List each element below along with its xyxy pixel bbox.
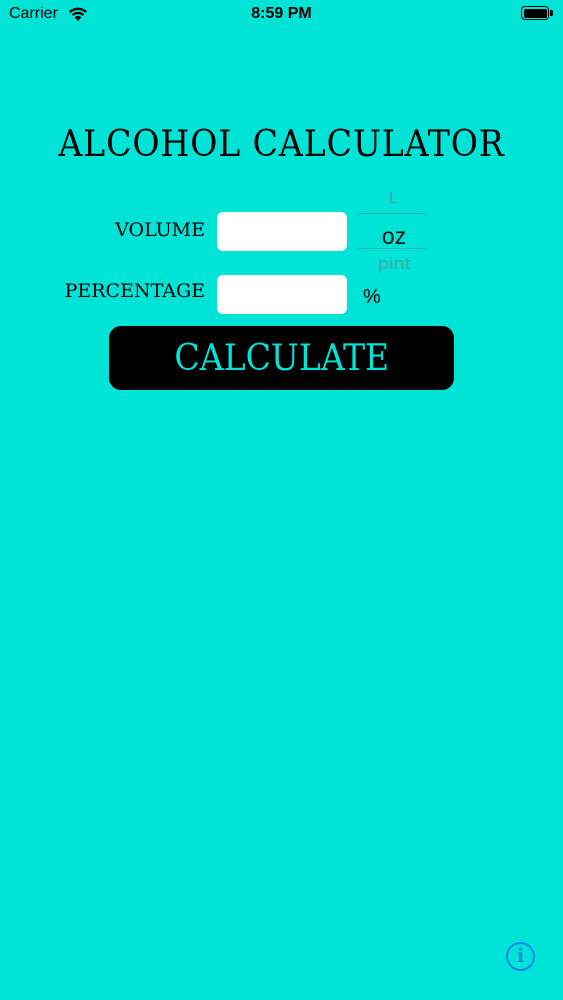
unit-option-oz-selected[interactable]: oz (358, 223, 430, 250)
info-icon[interactable]: i (506, 942, 535, 971)
picker-divider (358, 248, 426, 249)
status-time: 8:59 PM (251, 5, 312, 22)
percent-symbol: % (363, 286, 381, 308)
calculate-button-label: CALCULATE (174, 337, 389, 379)
unit-picker[interactable]: L oz pint (358, 187, 430, 277)
unit-option-l[interactable]: L (358, 189, 430, 207)
status-bar: Carrier 8:59 PM (0, 0, 563, 30)
picker-divider (358, 213, 426, 214)
battery-icon (521, 6, 555, 22)
volume-label: VOLUME (115, 219, 205, 241)
calculate-button[interactable]: CALCULATE (109, 326, 454, 390)
unit-option-pint[interactable]: pint (358, 255, 430, 275)
percentage-label: PERCENTAGE (64, 280, 205, 302)
percentage-input[interactable] (217, 275, 347, 314)
volume-input[interactable] (217, 212, 347, 251)
page-title: ALCOHOL CALCULATOR (58, 124, 505, 165)
